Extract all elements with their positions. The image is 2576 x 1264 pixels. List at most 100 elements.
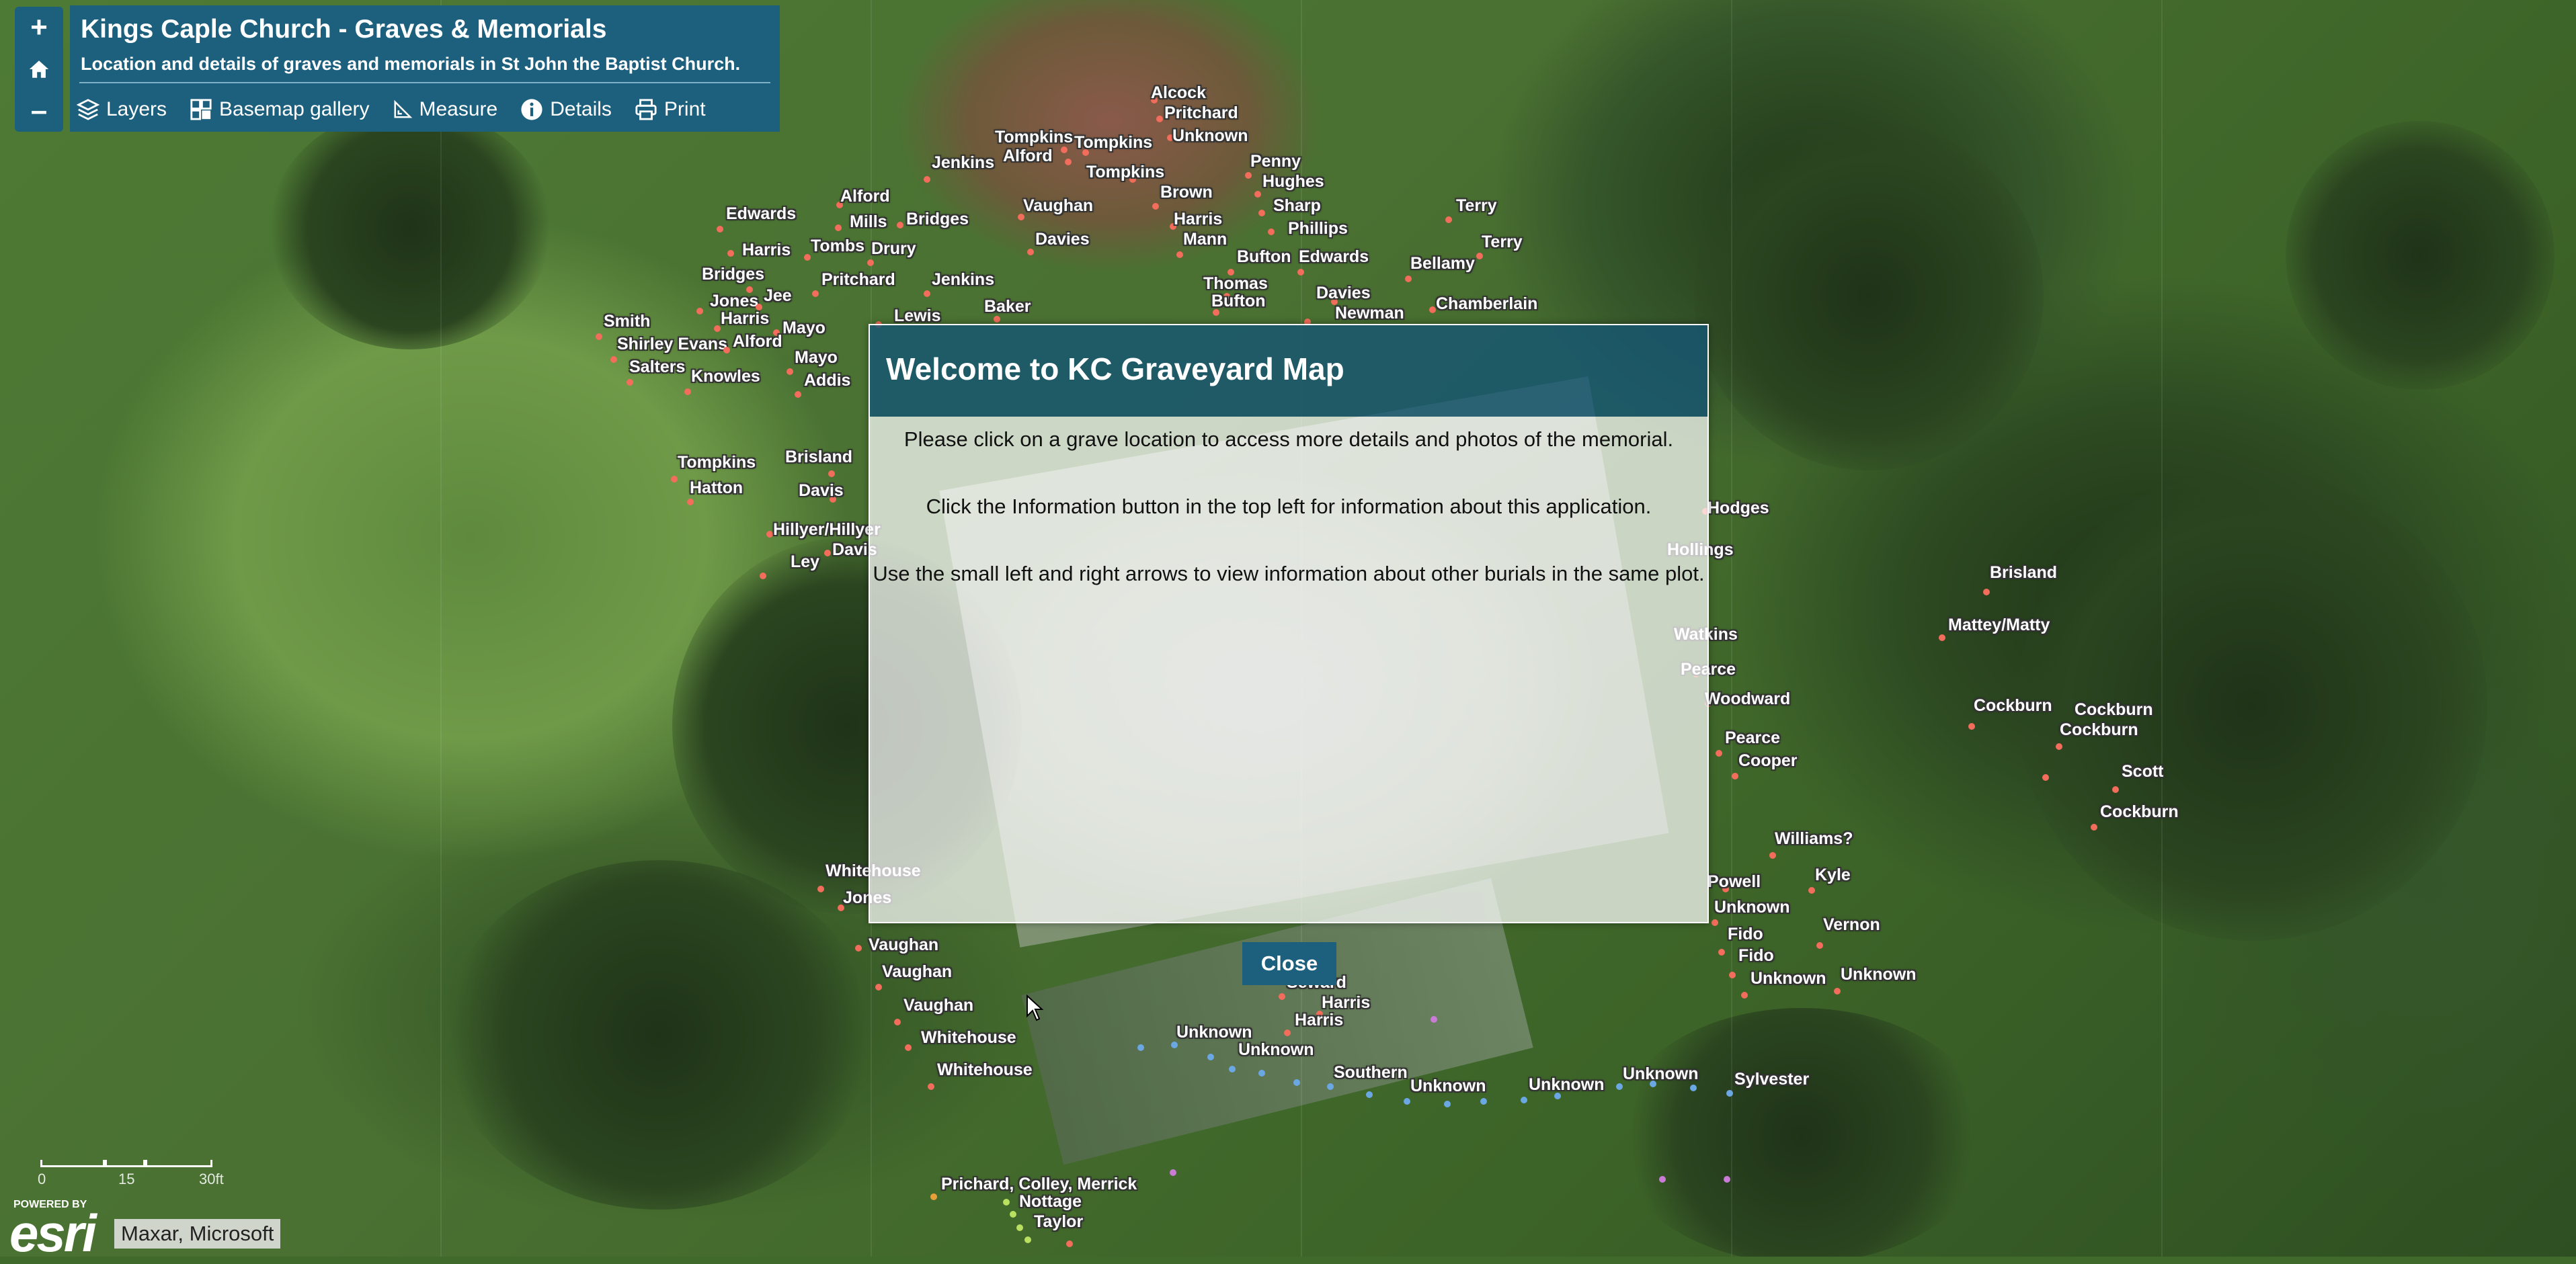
grave-marker[interactable] xyxy=(894,1019,901,1025)
grave-label[interactable]: Bridges xyxy=(906,210,969,229)
grave-label[interactable]: Woodward xyxy=(1705,689,1790,709)
grave-label[interactable]: Unknown xyxy=(1623,1064,1699,1084)
grave-marker[interactable] xyxy=(1137,1044,1144,1051)
grave-label[interactable]: Terry xyxy=(1482,233,1523,252)
grave-marker[interactable] xyxy=(2112,786,2119,793)
grave-label[interactable]: Harris xyxy=(1295,1011,1343,1030)
grave-label[interactable]: Alford xyxy=(840,187,890,206)
grave-label[interactable]: Southern xyxy=(1334,1063,1408,1083)
grave-label[interactable]: Hatton xyxy=(690,478,743,498)
grave-marker[interactable] xyxy=(627,379,633,386)
grave-marker[interactable] xyxy=(1245,172,1252,179)
grave-label[interactable]: Fido xyxy=(1728,925,1763,944)
grave-marker[interactable] xyxy=(1258,210,1265,216)
grave-label[interactable]: Harris xyxy=(1174,210,1222,229)
grave-label[interactable]: Vernon xyxy=(1823,915,1880,935)
grave-label[interactable]: Pearce xyxy=(1725,728,1780,748)
grave-label[interactable]: Hillyer/Hillyer xyxy=(773,520,881,540)
grave-label[interactable]: Taylor xyxy=(1034,1212,1083,1232)
grave-marker[interactable] xyxy=(717,226,723,233)
grave-label[interactable]: Harris xyxy=(742,241,791,260)
grave-label[interactable]: Addis xyxy=(804,371,850,390)
grave-label[interactable]: Alcock xyxy=(1151,83,1206,103)
grave-marker[interactable] xyxy=(1444,1101,1451,1107)
grave-label[interactable]: Tompkins xyxy=(1086,163,1164,182)
grave-marker[interactable] xyxy=(812,290,819,297)
grave-marker[interactable] xyxy=(1297,269,1304,276)
grave-label[interactable]: Edwards xyxy=(1299,247,1369,267)
print-button[interactable]: Print xyxy=(635,98,706,121)
grave-marker[interactable] xyxy=(1816,942,1823,949)
grave-label[interactable]: Knowles xyxy=(691,367,760,386)
grave-label[interactable]: Terry xyxy=(1456,196,1497,216)
grave-label[interactable]: Powell xyxy=(1707,872,1761,892)
grave-label[interactable]: Sharp xyxy=(1273,196,1321,216)
zoom-in-button[interactable]: + xyxy=(15,7,63,48)
grave-marker[interactable] xyxy=(924,290,930,297)
grave-label[interactable]: Vaughan xyxy=(882,962,952,982)
grave-marker[interactable] xyxy=(1066,1240,1073,1247)
grave-marker[interactable] xyxy=(1712,919,1718,926)
grave-label[interactable]: Salters xyxy=(629,357,685,377)
grave-label[interactable]: Mayo xyxy=(782,319,826,338)
grave-label[interactable]: Alford xyxy=(733,332,782,351)
home-button[interactable] xyxy=(15,48,63,90)
grave-label[interactable]: Jee xyxy=(764,286,792,306)
grave-label[interactable]: Davies xyxy=(1035,230,1090,249)
grave-marker[interactable] xyxy=(855,945,862,952)
grave-marker[interactable] xyxy=(2042,774,2049,781)
grave-label[interactable]: Harris xyxy=(1322,993,1370,1013)
grave-marker[interactable] xyxy=(928,1083,934,1090)
grave-marker[interactable] xyxy=(1445,216,1452,223)
grave-marker[interactable] xyxy=(867,259,874,266)
grave-marker[interactable] xyxy=(766,531,773,538)
grave-label[interactable]: Shirley Evans xyxy=(617,335,727,354)
grave-marker[interactable] xyxy=(687,499,694,505)
grave-label[interactable]: Vaughan xyxy=(869,935,938,955)
grave-marker[interactable] xyxy=(817,886,824,892)
grave-label[interactable]: Bellamy xyxy=(1410,254,1475,273)
grave-label[interactable]: Sylvester xyxy=(1734,1070,1809,1089)
grave-marker[interactable] xyxy=(1939,634,1945,641)
grave-marker[interactable] xyxy=(1010,1211,1016,1218)
close-button[interactable]: Close xyxy=(1242,942,1336,985)
grave-label[interactable]: Vaughan xyxy=(903,996,973,1015)
grave-label[interactable]: Jones xyxy=(710,292,758,311)
grave-label[interactable]: Unknown xyxy=(1841,965,1917,984)
grave-label[interactable]: Whitehouse xyxy=(921,1028,1016,1048)
grave-marker[interactable] xyxy=(1404,1098,1410,1105)
esri-logo[interactable]: esri xyxy=(9,1203,97,1264)
grave-label[interactable]: Davies xyxy=(1316,284,1371,303)
grave-label[interactable]: Unknown xyxy=(1410,1077,1486,1096)
grave-marker[interactable] xyxy=(1769,852,1776,859)
grave-marker[interactable] xyxy=(1718,949,1725,956)
grave-label[interactable]: Whitehouse xyxy=(937,1060,1033,1080)
grave-label[interactable]: Tompkins xyxy=(1074,133,1152,153)
grave-label[interactable]: Pritchard xyxy=(1164,103,1238,123)
grave-label[interactable]: Cockburn xyxy=(2075,700,2153,720)
grave-marker[interactable] xyxy=(1027,249,1034,255)
grave-label[interactable]: Mayo xyxy=(795,348,838,368)
grave-label[interactable]: Brown xyxy=(1160,183,1213,202)
grave-marker[interactable] xyxy=(696,308,703,314)
grave-marker[interactable] xyxy=(1207,1054,1214,1060)
grave-label[interactable]: Hughes xyxy=(1262,172,1324,192)
grave-marker[interactable] xyxy=(1279,993,1285,1000)
grave-label[interactable]: Ley xyxy=(791,552,819,572)
grave-label[interactable]: Bufton xyxy=(1237,247,1291,267)
grave-label[interactable]: Drury xyxy=(871,239,916,259)
grave-label[interactable]: Fido xyxy=(1738,946,1774,966)
grave-marker[interactable] xyxy=(1480,1098,1487,1105)
grave-label[interactable]: Jenkins xyxy=(932,270,994,290)
grave-label[interactable]: Cockburn xyxy=(2100,802,2179,822)
grave-label[interactable]: Brisland xyxy=(785,448,852,467)
grave-marker[interactable] xyxy=(1716,750,1722,757)
grave-label[interactable]: Unknown xyxy=(1238,1040,1314,1060)
grave-label[interactable]: Prichard, Colley, Merrick xyxy=(941,1175,1137,1194)
grave-label[interactable]: Unknown xyxy=(1172,126,1248,146)
grave-marker[interactable] xyxy=(1834,988,1841,995)
grave-label[interactable]: Penny xyxy=(1250,152,1301,171)
grave-label[interactable]: Smith xyxy=(604,312,650,331)
grave-label[interactable]: Cooper xyxy=(1738,751,1798,771)
grave-marker[interactable] xyxy=(2056,743,2062,750)
